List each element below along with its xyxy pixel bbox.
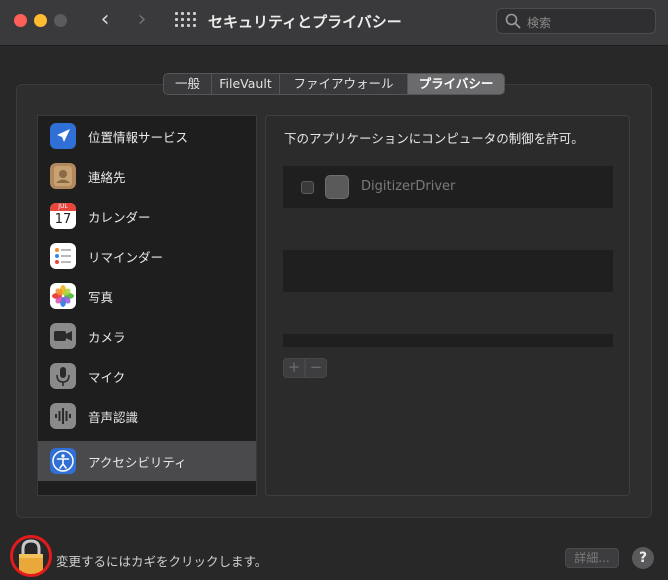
panel-description: 下のアプリケーションにコンピュータの制御を許可。 [284, 131, 584, 146]
list-item[interactable]: DigitizerDriver [283, 166, 613, 208]
sidebar-item-label: マイク [88, 369, 126, 385]
tab-bar: 一般 FileVault ファイアウォール プライバシー [163, 73, 505, 95]
microphone-icon [50, 363, 76, 389]
app-list: DigitizerDriver [283, 166, 613, 347]
accessibility-icon [50, 448, 76, 474]
sidebar-item-label: 位置情報サービス [88, 129, 189, 145]
app-name: DigitizerDriver [361, 179, 456, 194]
search-field[interactable]: 検索 [496, 8, 656, 34]
contacts-icon [50, 163, 76, 189]
list-item [283, 250, 613, 292]
tab-privacy[interactable]: プライバシー [408, 74, 504, 94]
tab-firewall[interactable]: ファイアウォール [280, 74, 408, 94]
photos-icon [50, 283, 76, 309]
list-item [283, 334, 613, 347]
list-item [283, 292, 613, 334]
details-button[interactable]: 詳細... [565, 548, 619, 568]
forward-arrow-icon[interactable]: › [131, 8, 153, 34]
tab-filevault[interactable]: FileVault [212, 74, 280, 94]
minimize-window-button[interactable] [34, 14, 47, 27]
add-app-button[interactable]: + [283, 358, 305, 378]
speech-recognition-icon [50, 403, 76, 429]
sidebar-item-speech-recognition[interactable]: 音声認識 [38, 396, 256, 436]
zoom-window-button[interactable] [54, 14, 67, 27]
calendar-month: JUL [58, 203, 68, 210]
calendar-icon: JUL 17 [50, 203, 76, 229]
privacy-category-list: 位置情報サービス 連絡先 JUL 17 カレンダー リマインダー 写真 カメラ … [37, 115, 257, 496]
show-all-grid-icon[interactable] [175, 12, 196, 28]
sidebar-item-photos[interactable]: 写真 [38, 276, 256, 316]
sidebar-item-accessibility[interactable]: アクセシビリティ [38, 441, 256, 481]
sidebar-item-label: 連絡先 [88, 169, 126, 185]
sidebar-item-camera[interactable]: カメラ [38, 316, 256, 356]
location-arrow-icon [50, 123, 76, 149]
sidebar-item-label: リマインダー [88, 249, 164, 265]
window-toolbar: ‹ › セキュリティとプライバシー 検索 [0, 0, 668, 46]
app-permission-checkbox[interactable] [301, 181, 314, 194]
app-icon [325, 175, 349, 199]
window-title: セキュリティとプライバシー [208, 13, 402, 31]
sidebar-item-microphone[interactable]: マイク [38, 356, 256, 396]
search-placeholder: 検索 [527, 16, 552, 30]
help-button[interactable]: ? [632, 547, 654, 569]
camera-icon [50, 323, 76, 349]
remove-app-button[interactable]: − [305, 358, 327, 378]
sidebar-item-reminders[interactable]: リマインダー [38, 236, 256, 276]
close-window-button[interactable] [14, 14, 27, 27]
sidebar-item-location-services[interactable]: 位置情報サービス [38, 116, 256, 156]
lock-highlight-ring [10, 535, 52, 577]
list-item [283, 208, 613, 250]
search-icon [505, 13, 521, 29]
lock-instruction-text: 変更するにはカギをクリックします。 [56, 554, 268, 569]
sidebar-item-label: カレンダー [88, 209, 151, 225]
sidebar-item-label: 音声認識 [88, 409, 139, 425]
tab-general[interactable]: 一般 [164, 74, 212, 94]
reminders-icon [50, 243, 76, 269]
sidebar-item-label: アクセシビリティ [88, 454, 187, 470]
sidebar-item-label: カメラ [88, 329, 126, 345]
sidebar-item-calendar[interactable]: JUL 17 カレンダー [38, 196, 256, 236]
calendar-day: 17 [54, 212, 72, 227]
back-arrow-icon[interactable]: ‹ [94, 8, 116, 34]
sidebar-item-contacts[interactable]: 連絡先 [38, 156, 256, 196]
sidebar-item-label: 写真 [88, 289, 114, 305]
